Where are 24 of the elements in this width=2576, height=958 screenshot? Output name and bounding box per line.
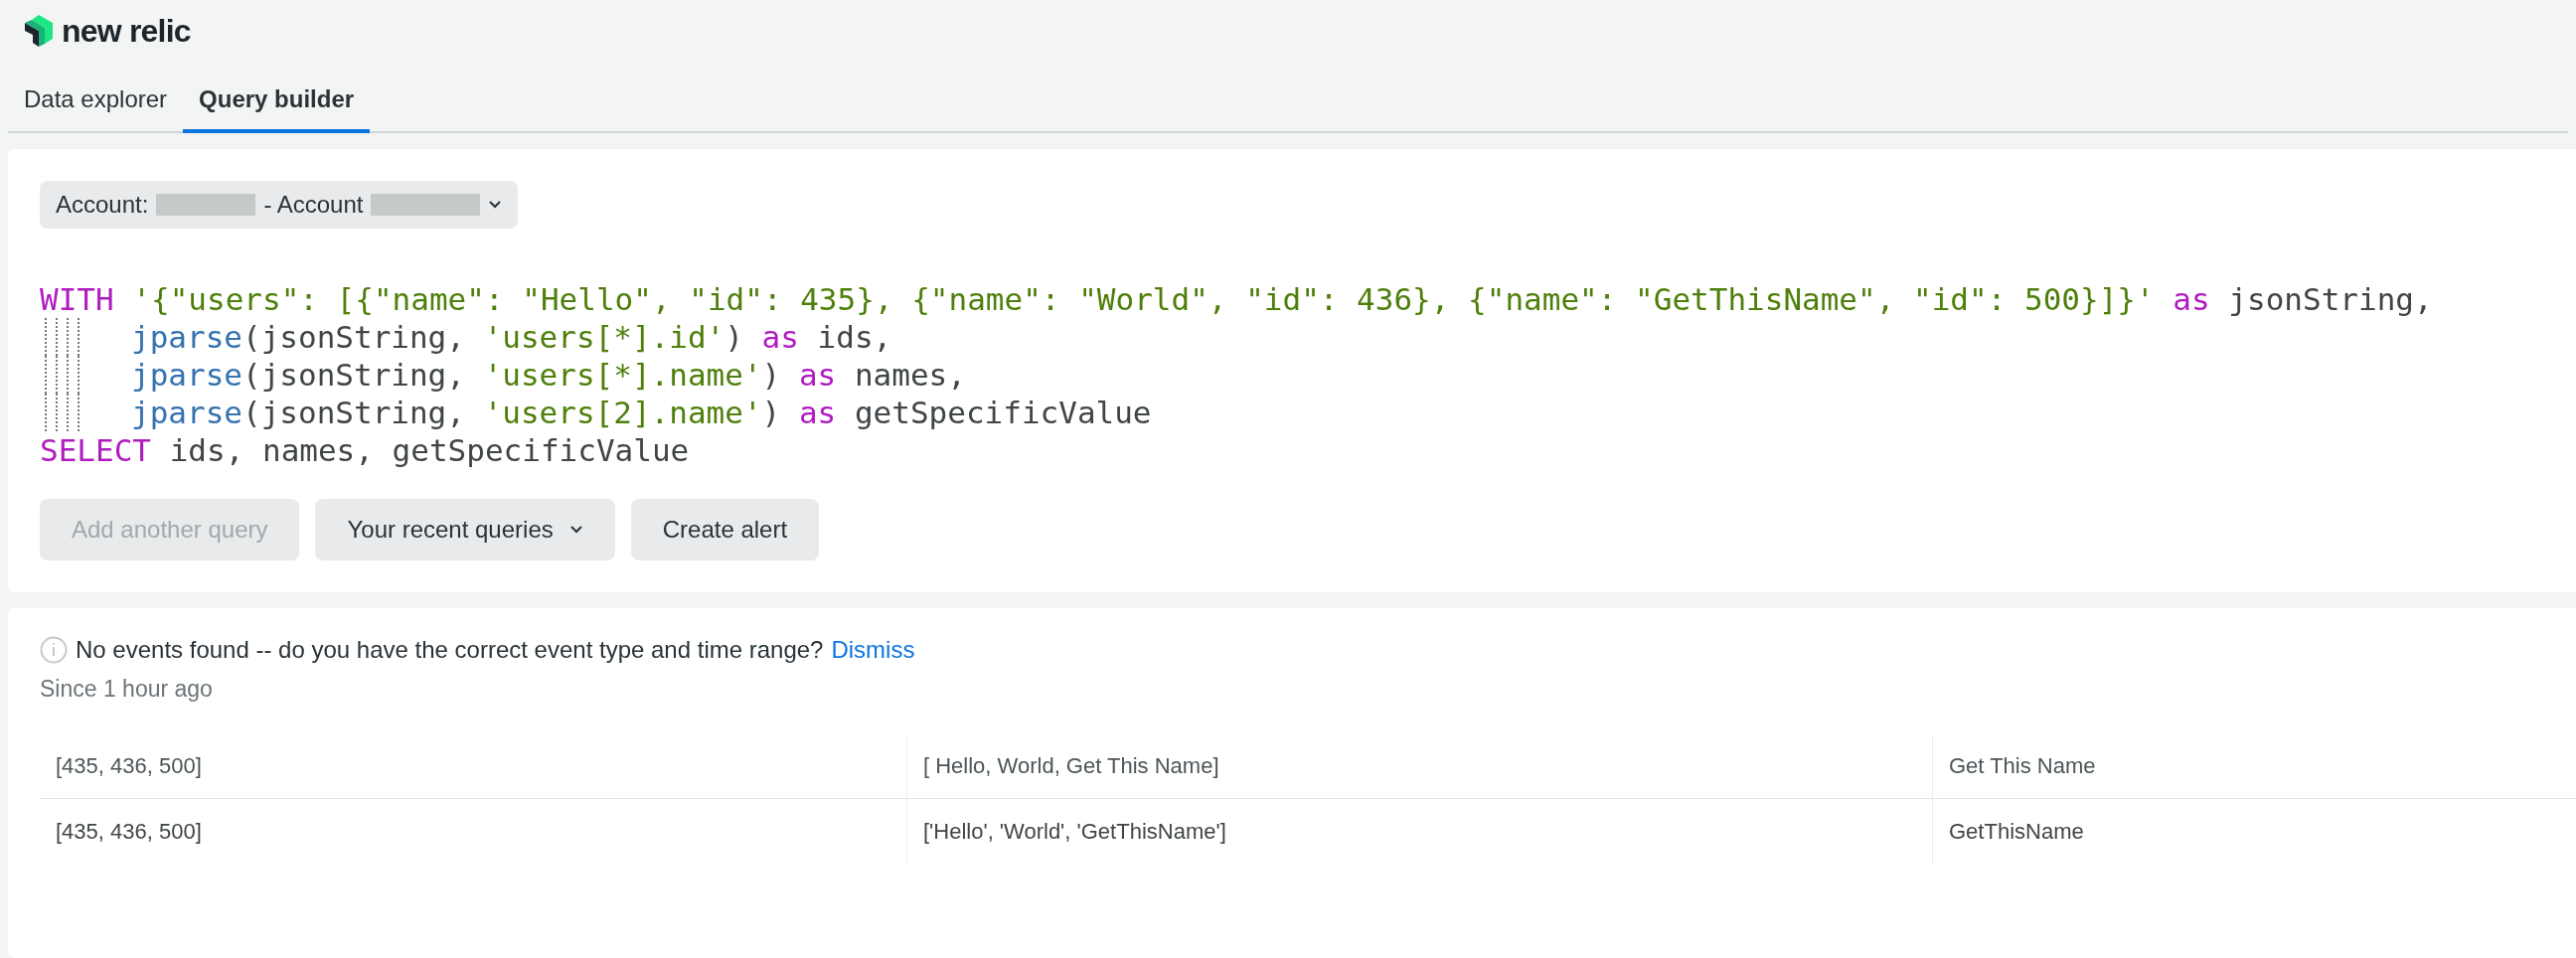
chevron-down-icon [488,200,503,210]
code-line: SELECT ids, names, getSpecificValue [40,431,690,469]
brand-name: new relic [62,12,191,51]
table-cell-text: [435, 436, 500] [55,818,203,846]
notice-message: No events found -- do you have the correct event type and time range? [76,635,824,665]
code-line: WITH '{"users": [{"name": "Hello", "id": 435}, {"name": "World", "id": 436}, {"name": "GetThisName", "id": 500}]}' as jsonString, [40,280,2433,318]
column-header: Get This Name [1932,733,2576,798]
dismiss-link[interactable]: Dismiss [831,632,915,668]
code-line: jparse(jsonString, 'users[2].name') as getSpecificValue [131,394,1152,431]
code-line: jparse(jsonString, 'users[*].id') as ids, [131,318,892,356]
column-header: [ Hello, World, Get This Name] [906,733,1932,798]
tab[interactable]: Query builder [183,81,371,133]
table-cell: GetThisName [1932,798,2576,865]
account-selector[interactable]: Account: - Account [40,181,519,229]
column-header: [435, 436, 500] [55,752,203,780]
info-icon [40,636,68,664]
tab[interactable]: Data explorer [8,81,184,133]
code-line: jparse(jsonString, 'users[*].name') as names, [131,356,966,394]
chevron-down-icon [568,525,583,535]
time-range: Since 1 hour ago [40,675,214,704]
action-button[interactable]: Create alert [630,499,820,560]
logo-icon [24,14,54,48]
dropdown-button[interactable]: Your recent queries [315,499,615,560]
table-cell: ['Hello', 'World', 'GetThisName'] [906,798,1932,865]
